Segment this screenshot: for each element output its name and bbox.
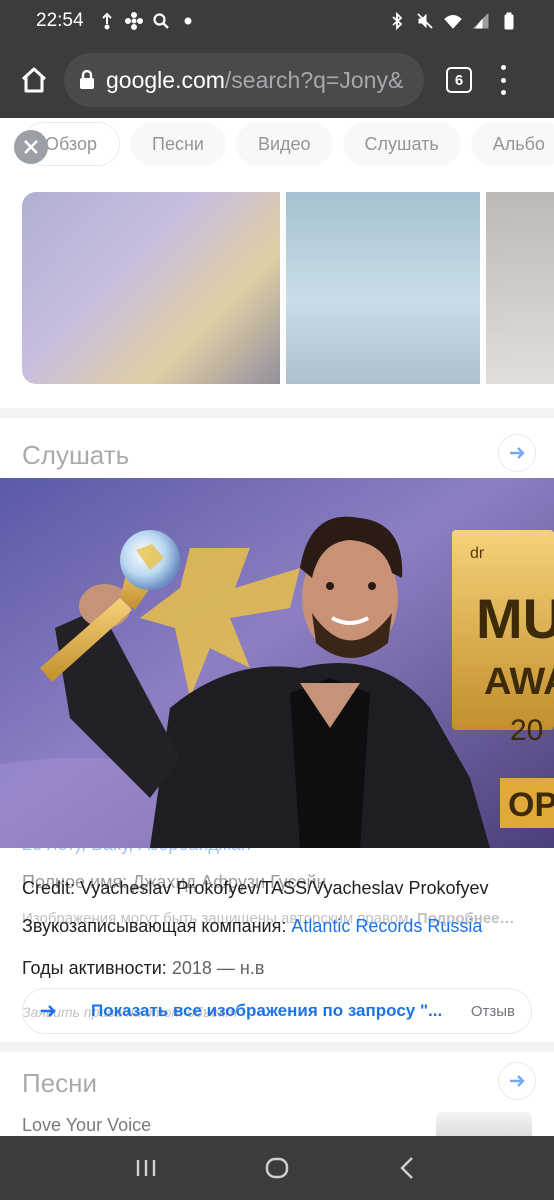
recent-apps-icon[interactable] <box>132 1154 160 1182</box>
home-icon <box>21 67 47 93</box>
dot-icon <box>179 12 197 30</box>
chip-listen[interactable]: Слушать <box>342 122 461 166</box>
show-all-link: Показать все изображения по запросу "... <box>91 1001 443 1020</box>
years-value: 2018 — н.в <box>171 958 265 978</box>
battery-icon <box>500 12 518 30</box>
system-nav-bar <box>0 1136 554 1200</box>
url-domain: google.com <box>106 66 225 93</box>
close-icon <box>24 140 38 154</box>
sign-number: 20 <box>510 714 543 747</box>
image-strip <box>22 192 554 384</box>
image-credit: Credit: Vyacheslav Prokofyev/TASS/Vyache… <box>22 878 489 898</box>
sign-text-2: AWA <box>484 661 554 703</box>
status-left-icons <box>98 12 197 30</box>
back-icon[interactable] <box>394 1154 422 1182</box>
close-viewer-button[interactable] <box>14 130 48 164</box>
status-time: 22:54 <box>36 10 84 31</box>
listen-section-title: Слушать <box>22 440 130 470</box>
browser-toolbar: google.com/search?q=Jony& 6 <box>0 42 554 118</box>
home-nav-icon[interactable] <box>263 1154 291 1182</box>
status-right-icons <box>388 11 518 31</box>
overflow-menu-button[interactable] <box>498 65 508 95</box>
years-line: Годы активности: 2018 — н.в <box>22 958 534 979</box>
company-link[interactable]: Atlantic Records Russia <box>291 916 482 936</box>
image-thumbnail[interactable] <box>486 192 554 384</box>
address-bar[interactable]: google.com/search?q=Jony& <box>64 53 424 107</box>
pinwheel-icon <box>124 12 143 30</box>
mute-icon <box>416 12 434 30</box>
arrow-right-icon <box>41 1005 56 1017</box>
arrow-right-icon <box>510 1075 525 1087</box>
chip-songs[interactable]: Песни <box>130 122 226 166</box>
artist-photo: dr MU AWA 20 OP <box>0 478 554 848</box>
show-all-images-button[interactable]: Показать все изображения по запросу "...… <box>22 988 532 1034</box>
songs-more-button[interactable] <box>498 1062 536 1100</box>
status-bar: 22:54 <box>0 0 554 42</box>
sign-bottom-text: OP <box>508 786 554 824</box>
feedback-link[interactable]: Отзыв <box>471 1003 515 1020</box>
image-thumbnail[interactable] <box>286 192 480 384</box>
bluetooth-icon <box>388 11 406 31</box>
chip-albums[interactable]: Альбо <box>470 122 554 166</box>
url-text: google.com/search?q=Jony& <box>106 67 403 94</box>
songs-section-title: Песни <box>22 1068 98 1098</box>
enlarged-image[interactable]: dr MU AWA 20 OP <box>0 478 554 848</box>
years-label: Годы активности: <box>22 958 167 978</box>
url-path: /search?q=Jony& <box>224 66 404 93</box>
section-divider <box>0 408 554 418</box>
tab-switcher-button[interactable]: 6 <box>446 67 472 93</box>
arrow-right-icon <box>510 447 525 459</box>
search-icon <box>152 12 170 30</box>
section-divider <box>0 1042 554 1052</box>
menu-dot-icon <box>500 77 506 83</box>
filter-chips: Обзор Песни Видео Слушать Альбо <box>22 122 554 166</box>
sign-small-text: dr <box>470 545 485 562</box>
home-button[interactable] <box>14 60 54 100</box>
wifi-icon <box>444 12 462 30</box>
company-label: Звукозаписывающая компания: <box>22 916 287 936</box>
lock-icon <box>80 70 94 89</box>
company-line: Звукозаписывающая компания: Atlantic Rec… <box>22 916 534 937</box>
image-thumbnail[interactable] <box>22 192 280 384</box>
listen-more-button[interactable] <box>498 434 536 472</box>
upload-icon <box>98 12 116 30</box>
menu-dot-icon <box>500 90 506 95</box>
tab-count: 6 <box>454 71 464 89</box>
menu-dot-icon <box>500 65 506 70</box>
sign-text: MU <box>476 587 554 650</box>
signal-icon <box>472 12 490 30</box>
chip-video[interactable]: Видео <box>235 122 333 166</box>
